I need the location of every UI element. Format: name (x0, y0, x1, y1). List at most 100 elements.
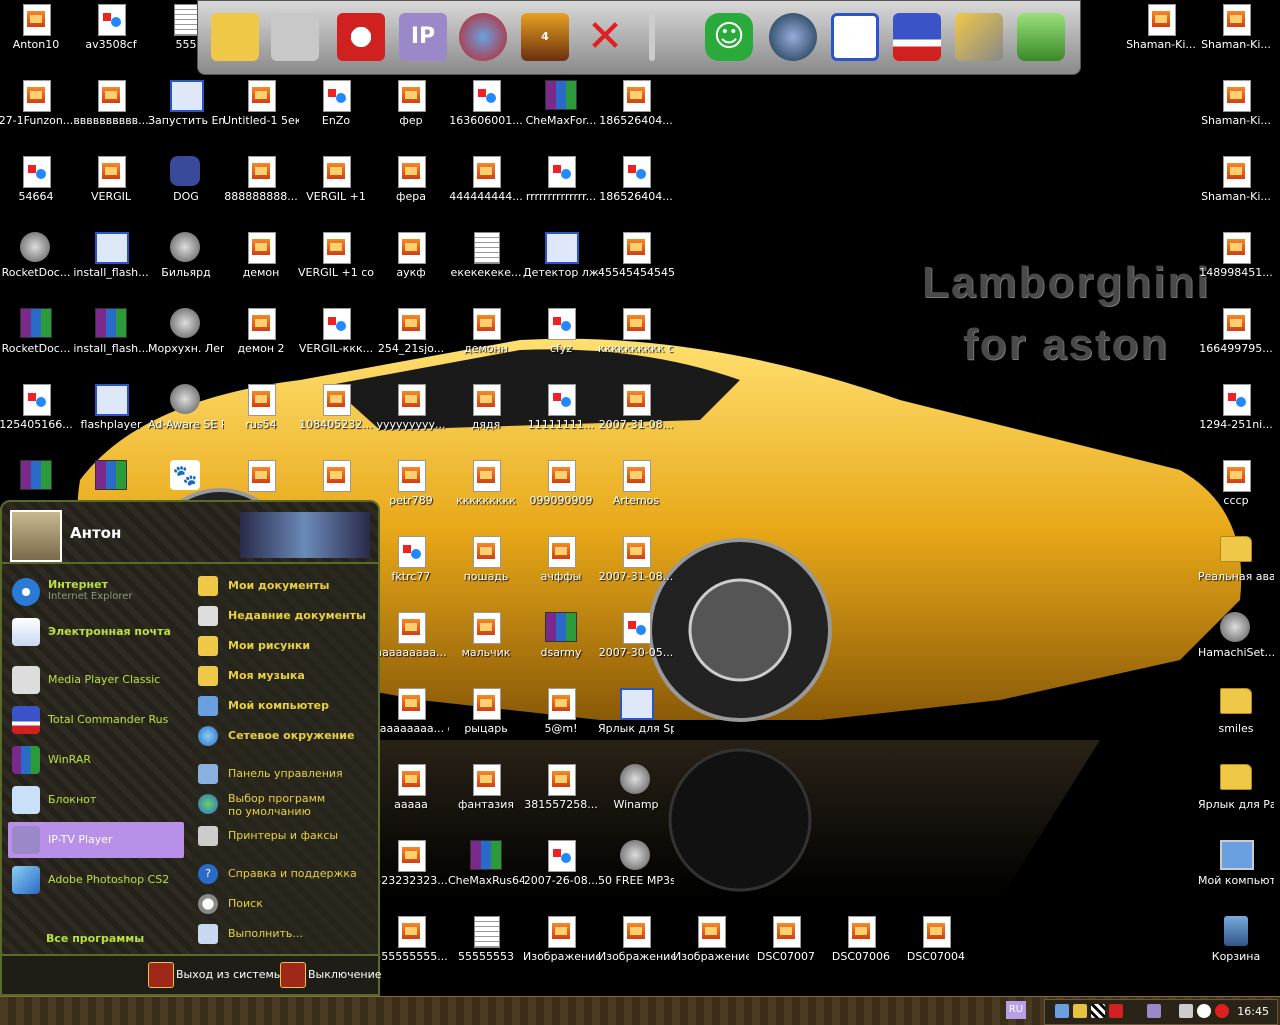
desktop-icon[interactable]: VERGIL (73, 152, 149, 224)
desktop-icon[interactable]: RocketDoc... (0, 228, 74, 300)
tools-icon[interactable] (950, 7, 1008, 67)
desktop-icon[interactable]: DOG (148, 152, 224, 224)
search-item[interactable]: Поиск (196, 890, 376, 918)
desktop-icon[interactable]: av3508cf (73, 0, 149, 72)
floppy-icon[interactable] (888, 7, 946, 67)
printers-item[interactable]: Принтеры и факсы (196, 822, 376, 850)
network-tray-icon[interactable] (1055, 1004, 1069, 1018)
desktop-icon[interactable]: вввввввввв... (73, 76, 149, 148)
desktop-icon[interactable]: 163606001... (448, 76, 524, 148)
recent-winrar[interactable]: WinRAR (8, 742, 184, 778)
desktop-icon[interactable]: 2007-31-08... (598, 532, 674, 604)
desktop-icon[interactable]: Бильярд (148, 228, 224, 300)
desktop-icon[interactable]: аукф (373, 228, 449, 300)
avatar[interactable] (10, 510, 62, 562)
desktop-icon[interactable]: сссp (1198, 456, 1274, 528)
desktop-icon[interactable]: 381557258... (523, 760, 599, 832)
desktop-icon[interactable]: рыцарь (448, 684, 524, 756)
recent-photoshop[interactable]: Adobe Photoshop CS2 (8, 862, 184, 898)
desktop-icon[interactable]: ккккккккк (448, 456, 524, 528)
desktop-icon[interactable]: HamachiSet... (1198, 608, 1274, 680)
desktop-icon[interactable]: кккккккккк copy (598, 304, 674, 376)
desktop-icon[interactable]: фер (373, 76, 449, 148)
my-documents-item[interactable]: Мои документы (196, 572, 376, 600)
my-music-item[interactable]: Моя музыка (196, 662, 376, 690)
recent-total-commander[interactable]: Total Commander Rus (8, 702, 184, 738)
desktop-icon[interactable]: rus54 (223, 380, 299, 452)
desktop-icon[interactable]: flashplayer (73, 380, 149, 452)
checker-tray-icon[interactable] (1091, 1004, 1105, 1018)
desktop-icon[interactable]: ааааа (373, 760, 449, 832)
desktop-icon[interactable]: 166499795... (1198, 304, 1274, 376)
pinned-internet[interactable]: Интернет Internet Explorer (8, 574, 184, 610)
recent-media-player[interactable]: Media Player Classic (8, 662, 184, 698)
recent-ip-tv-player[interactable]: IP-TV Player (8, 822, 184, 858)
all-programs-button[interactable]: Все программы (46, 932, 144, 945)
language-indicator[interactable]: RU (1006, 1001, 1026, 1019)
desktop-icon[interactable]: Мой компьютер (1198, 836, 1274, 908)
desktop-icon[interactable]: 50 FREE MP3s from eMusic! (598, 836, 674, 908)
desktop-icon[interactable]: 45545454545 (598, 228, 674, 300)
open-folder-icon[interactable] (266, 7, 324, 67)
desktop-icon[interactable]: 555555555... (373, 912, 449, 984)
folder-icon[interactable] (206, 7, 264, 67)
desktop-icon[interactable]: ааааааааа... (373, 608, 449, 680)
desktop-icon[interactable]: Ad-Aware SE Personal (148, 380, 224, 452)
desktop-icon[interactable]: Реальная ава (1198, 532, 1274, 604)
desktop-icon[interactable]: VERGIL-ккк... (298, 304, 374, 376)
desktop-icon[interactable]: dsarmy (523, 608, 599, 680)
desktop-icon[interactable]: 5@m! (523, 684, 599, 756)
desktop-icon[interactable]: fktrc77 (373, 532, 449, 604)
my-pictures-item[interactable]: Мои рисунки (196, 632, 376, 660)
desktop-icon[interactable]: VERGIL +1 (298, 152, 374, 224)
smile-icon[interactable]: ☺ (700, 7, 758, 67)
desktop-icon[interactable]: ачффы (523, 532, 599, 604)
recycle-icon[interactable] (1012, 7, 1070, 67)
desktop-icon[interactable]: 2007-30-05... (598, 608, 674, 680)
santa-icon[interactable] (332, 7, 390, 67)
desktop-icon[interactable]: DSC07006 (823, 912, 899, 984)
winamp-icon[interactable] (764, 7, 822, 67)
desktop-icon[interactable]: 27-1Funzon... (0, 76, 74, 148)
desktop-icon[interactable]: petr789 (373, 456, 449, 528)
desktop-icon[interactable]: дядя (448, 380, 524, 452)
desktop-icon[interactable]: rrrrrrrrrrrrrr... (523, 152, 599, 224)
desktop-icon[interactable]: Морхухн. Леген... (148, 304, 224, 376)
mouse-icon[interactable] (454, 7, 512, 67)
desktop-icon[interactable]: 099090909 (523, 456, 599, 528)
clock[interactable]: 16:45 (1237, 1005, 1269, 1018)
desktop-icon[interactable]: CheMaxFor... (523, 76, 599, 148)
my-computer-item[interactable]: Мой компьютер (196, 692, 376, 720)
desktop-icon[interactable]: демонн (448, 304, 524, 376)
desktop-icon[interactable]: cfyz (523, 304, 599, 376)
desktop-icon[interactable]: 2007-31-08... (598, 380, 674, 452)
desktop-icon[interactable]: демон 2 (223, 304, 299, 376)
desktop-icon[interactable]: Детектор лжи (523, 228, 599, 300)
help-item[interactable]: ? Справка и поддержка (196, 860, 376, 888)
pinned-email[interactable]: Электронная почта (8, 614, 184, 650)
desktop-icon[interactable]: Изображение (673, 912, 749, 984)
desktop-icon[interactable]: CheMaxRus64 (448, 836, 524, 908)
ip-tv-tray-icon[interactable] (1147, 1004, 1161, 1018)
desktop-icon[interactable]: ааааааааа... copy (373, 684, 449, 756)
sound-tray-icon[interactable] (1197, 1004, 1211, 1018)
desktop-icon[interactable]: Winamp (598, 760, 674, 832)
desktop-icon[interactable]: 2007-26-08... (523, 836, 599, 908)
desktop-icon[interactable]: 1294-251ni... (1198, 380, 1274, 452)
desktop-icon[interactable]: 11111111... (523, 380, 599, 452)
window-icon[interactable] (826, 7, 884, 67)
desktop-icon[interactable]: Корзина (1198, 912, 1274, 984)
desktop-icon[interactable]: install_flash... (73, 304, 149, 376)
desktop-icon[interactable]: Anton10 (0, 0, 74, 72)
close-x-icon[interactable]: ✕ (576, 7, 634, 67)
desktop-icon[interactable]: 186526404... (598, 76, 674, 148)
desktop-icon[interactable]: Shaman-Ki... (1198, 152, 1274, 224)
hyper-icon[interactable]: 4 (516, 7, 574, 67)
desktop-icon[interactable]: Untitled-1 5еке44 (223, 76, 299, 148)
arrow-tray-icon[interactable] (1073, 1004, 1087, 1018)
control-panel-item[interactable]: Панель управления (196, 760, 376, 788)
desktop-icon[interactable]: Изображение 006 (523, 912, 599, 984)
desktop-icon[interactable]: 108405232... (298, 380, 374, 452)
network-item[interactable]: Сетевое окружение (196, 722, 376, 750)
kaspersky-tray-icon[interactable] (1109, 1004, 1123, 1018)
